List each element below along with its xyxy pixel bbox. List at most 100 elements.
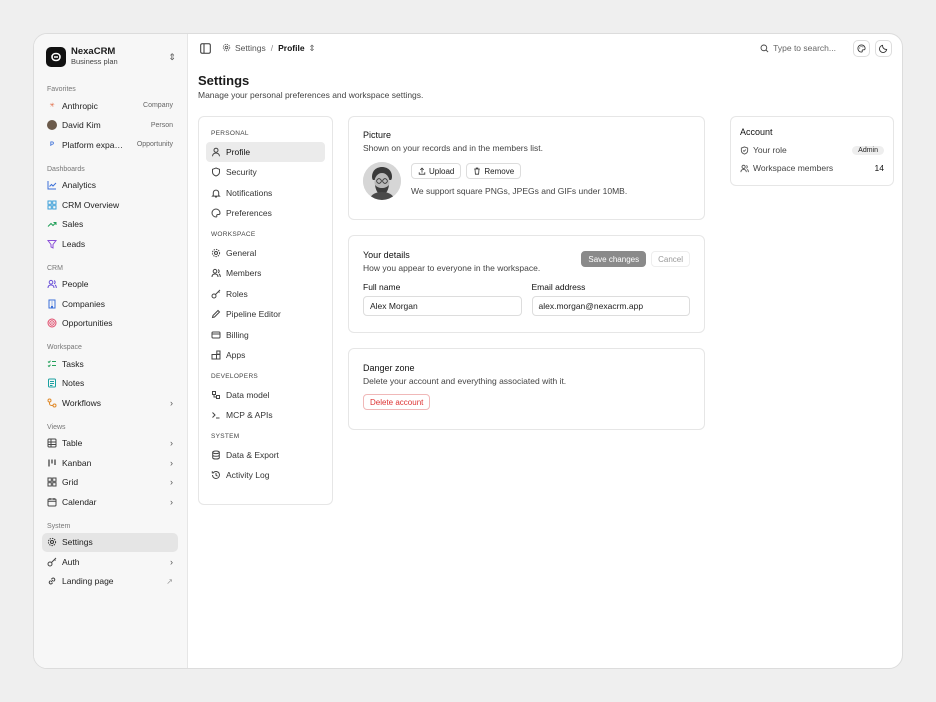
settings-item-mcp-apis[interactable]: MCP & APIs <box>206 406 325 426</box>
crm-section: CRM People Companies Opportunities <box>42 263 178 334</box>
upload-button[interactable]: Upload <box>411 163 462 179</box>
views-section: Views Table › Kanban › Grid › Calendar › <box>42 422 178 512</box>
sidebar-toggle-icon[interactable] <box>198 41 212 55</box>
target-icon <box>47 318 57 328</box>
sidebar-item-calendar[interactable]: Calendar › <box>42 492 178 512</box>
page-subtitle: Manage your personal preferences and wor… <box>198 90 424 100</box>
favorite-david-kim[interactable]: David Kim Person <box>42 116 178 136</box>
sidebar-item-crm-overview[interactable]: CRM Overview <box>42 195 178 215</box>
trash-icon <box>474 167 481 175</box>
role-row: Your role Admin <box>740 141 884 159</box>
settings-item-preferences[interactable]: Preferences <box>206 204 325 224</box>
key-icon <box>211 289 221 299</box>
full-name-field[interactable]: Alex Morgan <box>363 296 522 316</box>
section-title: Dashboards <box>47 165 85 173</box>
sidebar-item-label: Kanban <box>62 457 92 468</box>
sidebar-item-label: People <box>62 279 89 290</box>
sidebar-item-sales[interactable]: Sales <box>42 215 178 235</box>
members-count: 14 <box>874 163 884 173</box>
terminal-icon <box>212 412 220 419</box>
avatar[interactable] <box>363 162 401 200</box>
workspace-name: NexaCRM <box>71 46 116 57</box>
dark-mode-button[interactable] <box>875 39 892 57</box>
danger-description: Delete your account and everything assoc… <box>363 376 567 386</box>
chevron-right-icon: › <box>170 496 173 507</box>
upload-label: Upload <box>429 166 455 176</box>
anthropic-icon: ✳ <box>49 103 55 110</box>
sidebar-item-tasks[interactable]: Tasks <box>42 354 178 374</box>
settings-item-roles[interactable]: Roles <box>206 284 325 304</box>
sidebar-item-opportunities[interactable]: Opportunities <box>42 314 178 334</box>
theme-palette-button[interactable] <box>853 39 870 57</box>
details-card: Your details How you appear to everyone … <box>348 235 705 333</box>
sidebar-item-grid[interactable]: Grid › <box>42 473 178 493</box>
picture-hint: We support square PNGs, JPEGs and GIFs u… <box>411 186 628 196</box>
sidebar-item-table[interactable]: Table › <box>42 434 178 454</box>
settings-item-label: Activity Log <box>226 470 270 481</box>
list-checks-icon <box>47 359 57 369</box>
settings-item-pipeline-editor[interactable]: Pipeline Editor <box>206 305 325 325</box>
dashboards-section: Dashboards Analytics CRM Overview Sales … <box>42 164 178 254</box>
settings-group-title: WORKSPACE <box>211 231 256 238</box>
settings-item-label: Apps <box>226 350 246 361</box>
settings-item-members[interactable]: Members <box>206 264 325 284</box>
grid-icon <box>47 477 57 487</box>
favorite-anthropic[interactable]: ✳ Anthropic Company <box>42 96 178 116</box>
settings-item-general[interactable]: General <box>206 243 325 263</box>
settings-item-data-export[interactable]: Data & Export <box>206 445 325 465</box>
palette-icon <box>211 208 221 218</box>
settings-item-label: MCP & APIs <box>226 410 273 421</box>
settings-item-label: Roles <box>226 288 248 299</box>
sidebar-item-label: CRM Overview <box>62 199 120 210</box>
moon-icon <box>879 44 888 53</box>
sidebar-item-leads[interactable]: Leads <box>42 234 178 254</box>
save-changes-button[interactable]: Save changes <box>581 251 647 267</box>
favorite-type: Company <box>143 102 173 110</box>
section-title: Favorites <box>47 86 76 93</box>
building-icon <box>47 299 57 309</box>
sidebar-item-landing-page[interactable]: Landing page ↗ <box>42 572 178 592</box>
palette-icon <box>857 43 866 53</box>
account-title: Account <box>740 127 773 137</box>
calendar-icon <box>47 497 57 507</box>
favorite-type: Person <box>150 121 173 129</box>
delete-account-button[interactable]: Delete account <box>363 394 431 410</box>
sidebar-item-analytics[interactable]: Analytics <box>42 176 178 196</box>
settings-item-security[interactable]: Security <box>206 163 325 183</box>
settings-item-apps[interactable]: Apps <box>206 346 325 366</box>
breadcrumb-settings[interactable]: Settings <box>235 43 266 53</box>
sidebar-item-label: Auth <box>62 556 80 567</box>
note-icon <box>47 378 57 388</box>
settings-item-activity-log[interactable]: Activity Log <box>206 466 325 486</box>
email-field[interactable]: alex.morgan@nexacrm.app <box>531 296 690 316</box>
chevrons-updown-icon[interactable]: ⇕ <box>309 43 316 54</box>
remove-button[interactable]: Remove <box>466 163 522 179</box>
details-title: Your details <box>363 250 410 260</box>
settings-item-profile[interactable]: Profile <box>206 142 325 162</box>
settings-group-title: PERSONAL <box>211 130 249 137</box>
favorite-platform-expansion[interactable]: P Platform expa… Opportunity <box>42 135 178 155</box>
workflow-icon <box>47 398 57 408</box>
section-title: Workspace <box>47 344 82 351</box>
settings-item-label: Data & Export <box>226 449 279 460</box>
workspace-switcher[interactable]: NexaCRM Business plan ⇕ <box>42 45 178 69</box>
bell-icon <box>211 189 221 198</box>
sidebar-item-companies[interactable]: Companies <box>42 294 178 314</box>
sidebar-item-settings[interactable]: Settings <box>42 532 178 552</box>
settings-item-notifications[interactable]: Notifications <box>206 183 325 203</box>
page-title: Settings <box>198 73 250 88</box>
sidebar-item-kanban[interactable]: Kanban › <box>42 453 178 473</box>
system-section: System Settings Auth › Landing page ↗ <box>42 521 178 592</box>
sidebar-item-notes[interactable]: Notes <box>42 374 178 394</box>
cancel-button[interactable]: Cancel <box>651 251 690 267</box>
settings-item-data-model[interactable]: Data model <box>206 385 325 405</box>
search-input[interactable]: Type to search... <box>760 43 836 53</box>
trending-up-icon <box>47 219 57 229</box>
shield-icon <box>212 167 220 177</box>
search-placeholder: Type to search... <box>773 43 836 53</box>
settings-item-billing[interactable]: Billing <box>206 325 325 345</box>
sidebar-item-workflows[interactable]: Workflows › <box>42 393 178 413</box>
sidebar-item-auth[interactable]: Auth › <box>42 552 178 572</box>
breadcrumb-current[interactable]: Profile <box>278 43 304 53</box>
sidebar-item-people[interactable]: People <box>42 275 178 295</box>
